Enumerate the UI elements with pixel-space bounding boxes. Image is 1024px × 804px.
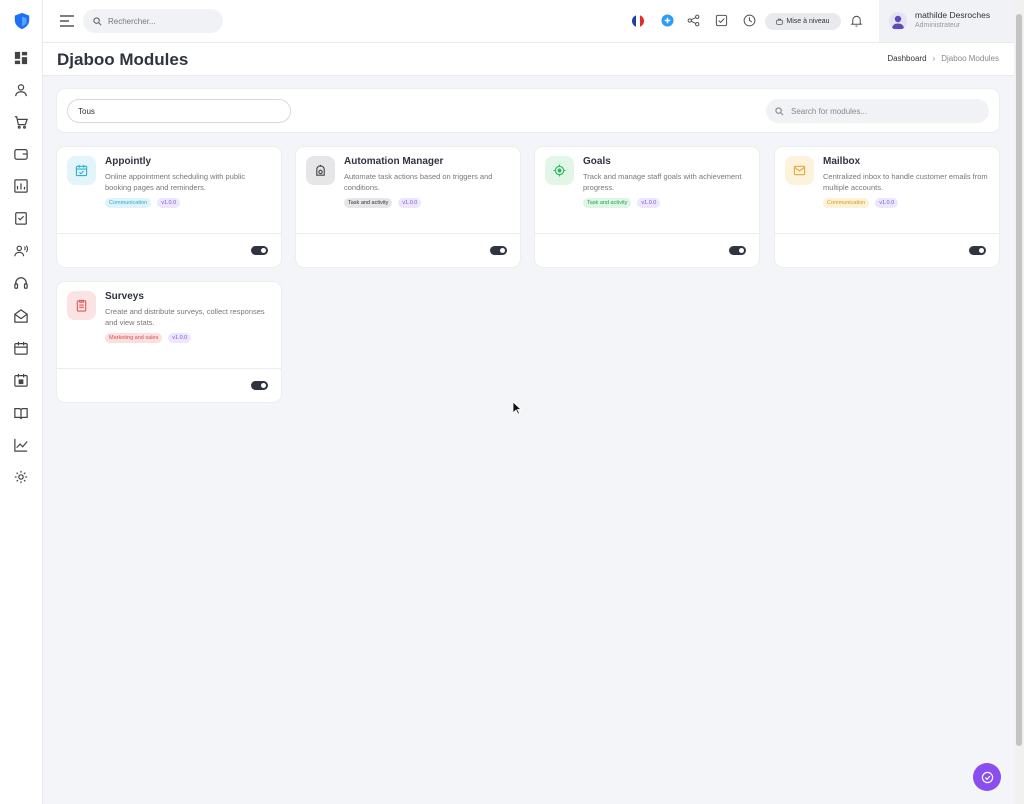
card-divider (535, 233, 759, 234)
avatar (889, 12, 907, 30)
module-version-tag: v1.0.0 (157, 198, 181, 208)
module-category-tag: Communication (105, 198, 152, 208)
breadcrumb-current: Djaboo Modules (941, 54, 999, 63)
upgrade-label: Mise à niveau (786, 18, 830, 25)
page-scrollbar[interactable] (1014, 0, 1024, 804)
clock-icon[interactable] (742, 13, 757, 28)
module-category-tag: Task and activity (583, 198, 632, 208)
user-menu[interactable]: mathilde Desroches Administrateur (879, 0, 1014, 42)
module-card-surveys: Surveys Create and distribute surveys, c… (57, 282, 281, 402)
card-divider (57, 368, 281, 369)
module-card-appointly: Appointly Online appointment scheduling … (57, 147, 281, 267)
scrollbar-thumb[interactable] (1016, 14, 1022, 746)
chat-launcher-button[interactable] (973, 763, 1001, 791)
brand-logo-icon[interactable] (13, 12, 31, 30)
user-name: mathilde Desroches (915, 10, 991, 20)
target-icon (545, 156, 574, 185)
module-card-mailbox: Mailbox Centralized inbox to handle cust… (775, 147, 999, 267)
mail-open-icon[interactable] (13, 308, 29, 324)
module-search-input[interactable]: Search for modules... (766, 99, 989, 123)
menu-toggle-icon[interactable] (59, 14, 75, 28)
search-icon (93, 16, 102, 25)
clipboard-icon[interactable] (13, 210, 29, 226)
module-version-tag: v1.0.0 (168, 333, 192, 343)
user-icon[interactable] (13, 82, 29, 98)
top-bar: Rechercher... Mise à niveau mathilde Des… (43, 0, 1014, 43)
calendar-check-icon[interactable] (13, 372, 29, 388)
users-sound-icon[interactable] (13, 243, 29, 259)
module-version-tag: v1.0.0 (398, 198, 422, 208)
flag-fr-icon[interactable] (630, 13, 645, 28)
mouse-cursor-icon (512, 401, 523, 415)
breadcrumb-dashboard[interactable]: Dashboard (887, 54, 926, 63)
chat-check-icon (981, 771, 993, 783)
sidebar (0, 0, 43, 804)
calendar-icon[interactable] (13, 340, 29, 356)
card-divider (775, 233, 999, 234)
bell-icon[interactable] (849, 13, 864, 28)
calendar-check-icon (67, 156, 96, 185)
survey-icon (67, 291, 96, 320)
module-title: Goals (583, 156, 611, 167)
module-description: Centralized inbox to handle customer ema… (823, 172, 988, 192)
task-check-icon[interactable] (714, 13, 729, 28)
upgrade-button[interactable]: Mise à niveau (765, 13, 841, 30)
card-divider (57, 233, 281, 234)
mail-icon (785, 156, 814, 185)
robot-icon (306, 156, 335, 185)
global-search-input[interactable]: Rechercher... (83, 9, 223, 33)
module-enable-toggle[interactable] (251, 381, 268, 390)
breadcrumb-separator-icon: › (932, 54, 936, 63)
headset-icon[interactable] (13, 275, 29, 291)
module-description: Create and distribute surveys, collect r… (105, 307, 265, 327)
category-filter-select[interactable]: Tous (67, 99, 291, 123)
wallet-icon[interactable] (13, 146, 29, 162)
module-title: Surveys (105, 291, 144, 302)
module-title: Mailbox (823, 156, 861, 167)
module-card-goals: Goals Track and manage staff goals with … (535, 147, 759, 267)
page-title: Djaboo Modules (57, 50, 189, 69)
module-version-tag: v1.0.0 (637, 198, 661, 208)
module-enable-toggle[interactable] (490, 246, 507, 255)
module-category-tag: Communication (823, 198, 870, 208)
breadcrumb: Dashboard › Djaboo Modules (887, 54, 999, 63)
briefcase-icon (776, 18, 784, 25)
book-icon[interactable] (13, 405, 29, 421)
module-title: Appointly (105, 156, 152, 167)
card-divider (296, 233, 520, 234)
line-chart-icon[interactable] (13, 437, 29, 453)
module-card-automation-manager: Automation Manager Automate task actions… (296, 147, 520, 267)
module-description: Automate task actions based on triggers … (344, 172, 493, 192)
page-header: Djaboo Modules Dashboard › Djaboo Module… (43, 43, 1014, 76)
module-enable-toggle[interactable] (969, 246, 986, 255)
module-search-placeholder: Search for modules... (791, 106, 868, 116)
module-version-tag: v1.0.0 (875, 198, 899, 208)
search-icon (775, 106, 784, 115)
global-search-placeholder: Rechercher... (108, 16, 156, 26)
user-role: Administrateur (915, 22, 961, 29)
module-enable-toggle[interactable] (251, 246, 268, 255)
module-category-tag: Marketing and sales (105, 333, 163, 343)
add-circle-icon[interactable] (660, 13, 675, 28)
dashboard-icon[interactable] (13, 50, 29, 66)
module-category-tag: Task and activity (344, 198, 393, 208)
chart-icon[interactable] (13, 178, 29, 194)
module-title: Automation Manager (344, 156, 444, 167)
category-filter-value: Tous (78, 106, 95, 116)
cart-icon[interactable] (13, 114, 29, 130)
settings-icon[interactable] (13, 469, 29, 485)
filter-bar: Tous Search for modules... (57, 89, 999, 132)
share-icon[interactable] (686, 13, 701, 28)
module-description: Online appointment scheduling with publi… (105, 172, 246, 192)
module-description: Track and manage staff goals with achiev… (583, 172, 742, 192)
module-enable-toggle[interactable] (729, 246, 746, 255)
